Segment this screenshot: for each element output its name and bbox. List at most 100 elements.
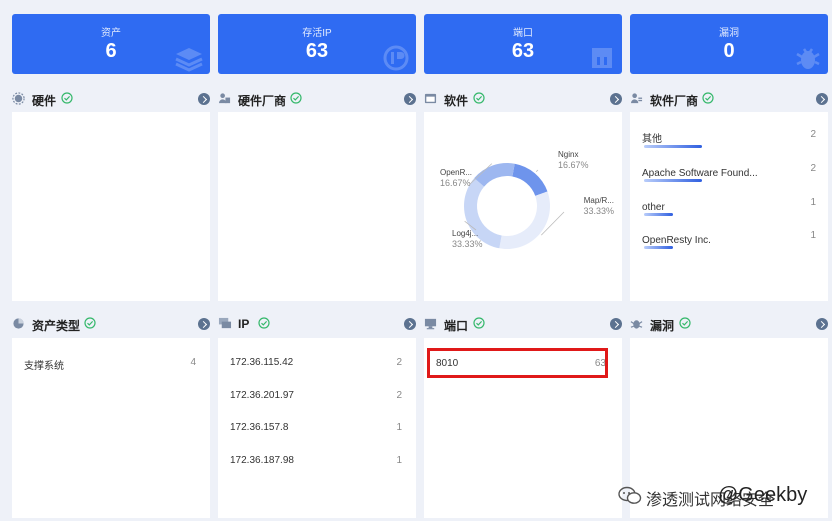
stat-card-alive-ip[interactable]: 存活IP 63 <box>218 14 416 74</box>
panel-body <box>218 112 416 301</box>
check-circle-icon <box>473 317 485 329</box>
ip-count: 1 <box>396 455 402 466</box>
panel-software-vendor: 软件厂商 其他 2 Apache Software Found... 2 oth… <box>630 89 828 301</box>
ip-address: 172.36.115.42 <box>230 357 294 368</box>
slice-label: Map/R... <box>584 196 614 205</box>
panel-header: 资产类型 <box>12 314 210 336</box>
bug-icon <box>796 48 820 69</box>
check-circle-icon <box>679 317 691 329</box>
watermark-handle: @Geekby <box>718 484 808 506</box>
donut-slice[interactable] <box>512 163 548 196</box>
panel-software: 软件 Nginx 16.67% Map/R... 33.33% Log4j... 33.3… <box>424 89 622 301</box>
list-item[interactable]: Apache Software Found... 2 <box>642 163 816 182</box>
list-item[interactable]: 172.36.201.97 2 <box>230 390 402 401</box>
ip-address: 172.36.187.98 <box>230 455 294 466</box>
stat-label: 资产 <box>101 28 121 39</box>
asset-type-count: 4 <box>190 357 196 368</box>
check-circle-icon <box>702 92 714 104</box>
wechat-icon <box>618 486 642 504</box>
share-bar <box>644 246 673 249</box>
ip-icon <box>383 45 409 71</box>
vendor-name: other <box>642 202 665 213</box>
more-button[interactable] <box>198 93 210 105</box>
stat-label: 端口 <box>513 28 533 39</box>
panel-port: 端口 8010 63 <box>424 314 622 518</box>
stat-label: 存活IP <box>302 28 332 39</box>
stack-icon <box>175 48 203 72</box>
list-item[interactable]: 172.36.157.8 1 <box>230 422 402 433</box>
panel-header: 端口 <box>424 314 622 336</box>
check-circle-icon <box>290 92 302 104</box>
watermark: 渗透测试网络安全 @Geekby <box>618 484 818 510</box>
ip-count: 2 <box>396 390 402 401</box>
user-icon <box>630 93 643 104</box>
cpu-icon <box>12 92 25 105</box>
more-button[interactable] <box>198 318 210 330</box>
server-icon <box>218 317 232 329</box>
more-button[interactable] <box>404 318 416 330</box>
panel-title: 硬件厂商 <box>238 94 287 108</box>
panel-header: 软件厂商 <box>630 89 828 111</box>
stat-card-vulns[interactable]: 漏洞 0 <box>630 14 828 74</box>
panel-header: 漏洞 <box>630 314 828 336</box>
more-button[interactable] <box>610 318 622 330</box>
ip-count: 1 <box>396 422 402 433</box>
panel-title: 软件 <box>444 94 469 108</box>
list-item[interactable]: OpenResty Inc. 1 <box>642 230 816 249</box>
slice-percent: 16.67% <box>440 178 471 188</box>
list-item[interactable]: 172.36.115.42 2 <box>230 357 402 368</box>
bug-icon <box>630 320 643 329</box>
panel-title: 漏洞 <box>650 319 675 333</box>
panel-header: 硬件厂商 <box>218 89 416 111</box>
panel-title: IP <box>238 317 250 331</box>
check-circle-icon <box>473 92 485 104</box>
panel-title: 硬件 <box>32 94 57 108</box>
label-leader-line <box>535 169 539 172</box>
check-circle-icon <box>61 92 73 104</box>
monitor-icon <box>424 318 437 330</box>
vendor-count: 1 <box>810 197 816 208</box>
slice-label: OpenR... <box>440 168 472 177</box>
share-bar <box>644 213 673 216</box>
vendor-name: Apache Software Found... <box>642 168 758 179</box>
list-item[interactable]: 其他 2 <box>642 129 816 148</box>
list-item[interactable]: 支撑系统 4 <box>24 357 196 372</box>
share-bar <box>644 145 702 148</box>
vendor-icon <box>218 93 231 104</box>
more-button[interactable] <box>816 93 828 105</box>
panel-body: 172.36.115.42 2 172.36.201.97 2 172.36.1… <box>218 338 416 518</box>
panel-title: 资产类型 <box>32 319 81 333</box>
panel-body: Nginx 16.67% Map/R... 33.33% Log4j... 33.33% O… <box>424 112 622 301</box>
vendor-name: OpenResty Inc. <box>642 235 711 246</box>
vendor-name: 其他 <box>642 134 662 145</box>
more-button[interactable] <box>610 93 622 105</box>
panel-title: 软件厂商 <box>650 94 699 108</box>
stat-cards-row: 资产 6 存活IP 63 端口 63 漏洞 0 <box>12 14 828 74</box>
panel-hardware-vendor: 硬件厂商 <box>218 89 416 301</box>
slice-label: Nginx <box>558 150 578 159</box>
asset-type-name: 支撑系统 <box>24 361 64 372</box>
list-item[interactable]: 172.36.187.98 1 <box>230 455 402 466</box>
stat-card-assets[interactable]: 资产 6 <box>12 14 210 74</box>
panel-body <box>12 112 210 301</box>
share-bar <box>644 179 702 182</box>
panel-ip: IP 172.36.115.42 2 172.36.201.97 2 172.3… <box>218 314 416 518</box>
highlight-box <box>427 348 608 378</box>
pie-icon <box>13 318 24 329</box>
window-icon <box>424 93 437 104</box>
vendor-count: 1 <box>810 230 816 241</box>
more-button[interactable] <box>816 318 828 330</box>
port-icon <box>592 48 612 68</box>
donut-slice[interactable] <box>499 191 550 249</box>
list-item[interactable]: other 1 <box>642 197 816 216</box>
slice-label: Log4j... <box>452 229 478 238</box>
slice-percent: 16.67% <box>558 160 589 170</box>
vendor-count: 2 <box>810 129 816 140</box>
more-button[interactable] <box>404 93 416 105</box>
stat-card-ports[interactable]: 端口 63 <box>424 14 622 74</box>
slice-percent: 33.33% <box>583 206 614 216</box>
stat-label: 漏洞 <box>719 28 739 39</box>
software-donut-chart: Nginx16.67%Map/R...33.33%Log4j...33.33%O… <box>440 150 614 249</box>
panel-hardware: 硬件 <box>12 89 210 301</box>
panel-asset-type: 资产类型 支撑系统 4 <box>12 314 210 518</box>
